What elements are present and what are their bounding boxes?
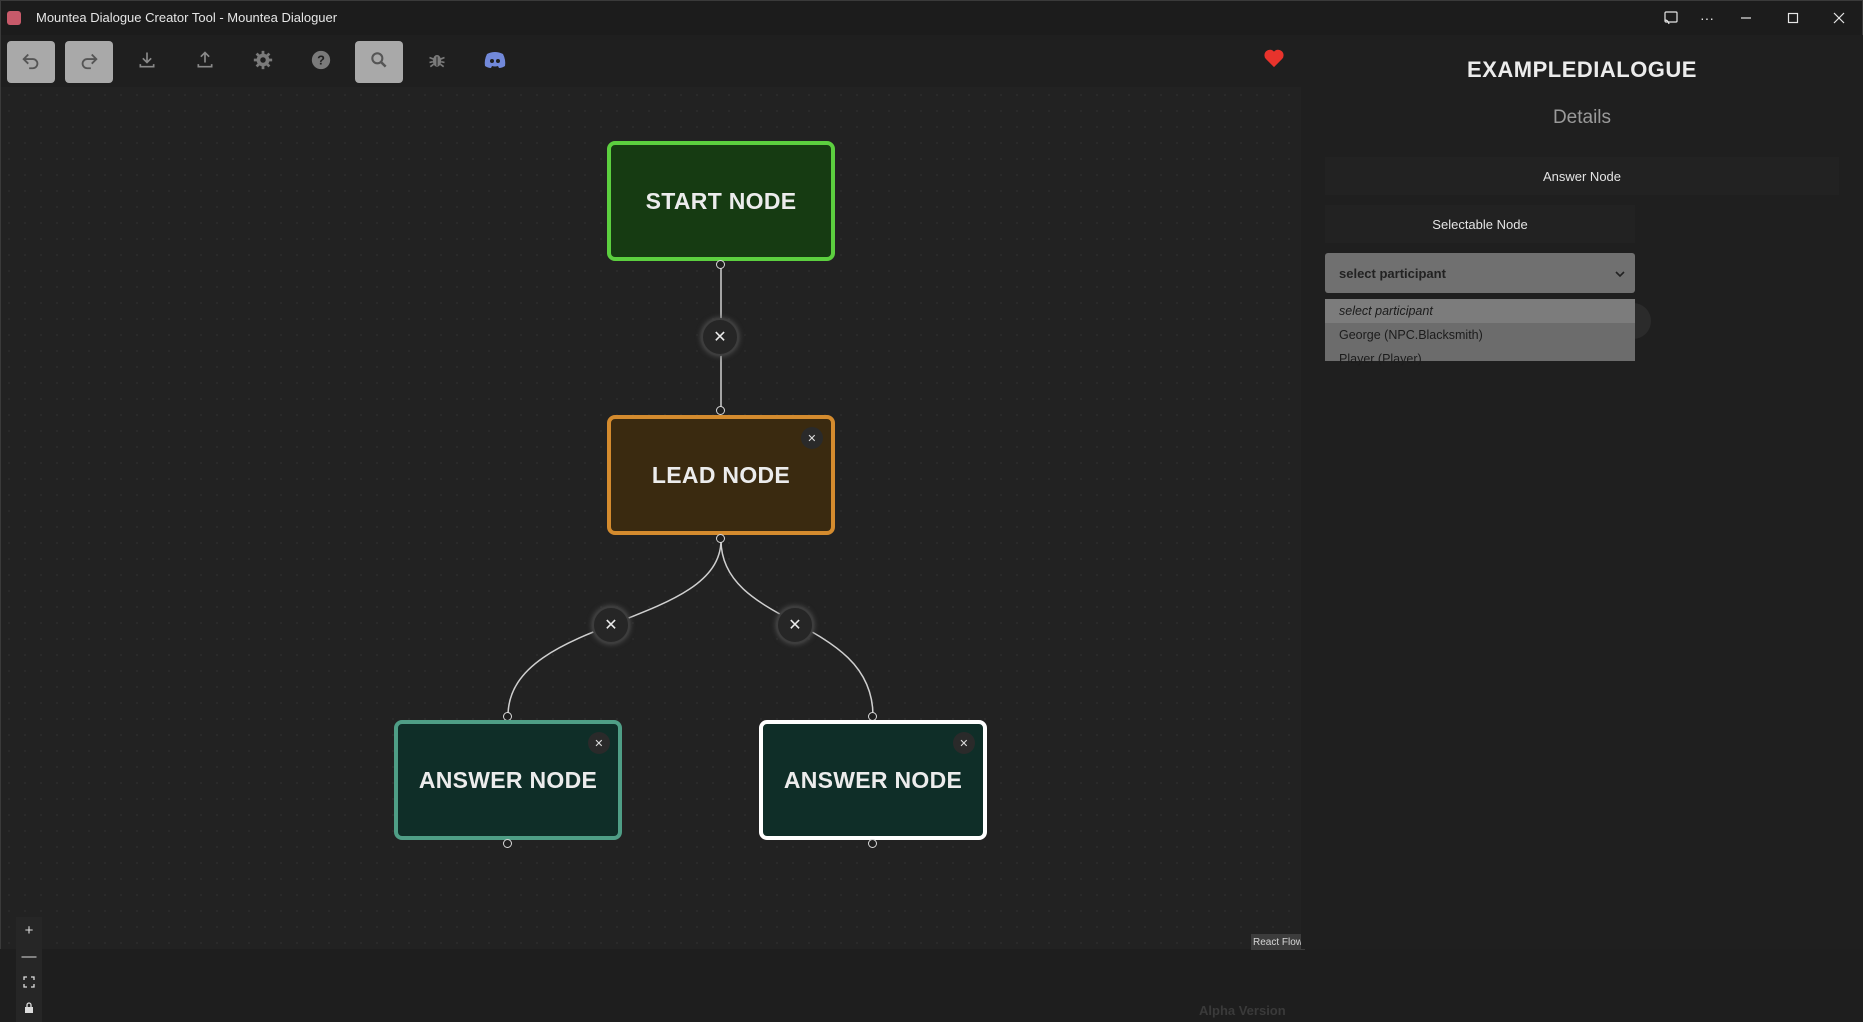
react-flow-attribution[interactable]: React Flow: [1251, 934, 1305, 950]
search-button[interactable]: [355, 41, 403, 83]
panel-subtitle: Details: [1552, 107, 1612, 128]
details-panel: EXAMPLEDIALOGUE Details Answer Node Sele…: [1301, 35, 1863, 949]
cast-icon[interactable]: [1651, 6, 1691, 30]
discord-icon: [483, 50, 507, 75]
undo-icon: [20, 49, 42, 76]
help-icon: ?: [310, 49, 332, 76]
lock-button[interactable]: [16, 995, 42, 1021]
zoom-out-button[interactable]: —: [16, 943, 42, 969]
participant-select-value: select participant: [1339, 265, 1446, 281]
lead-node[interactable]: LEAD NODE ✕: [607, 415, 835, 535]
alpha-version-label: Alpha Version: [1199, 1003, 1286, 1018]
close-icon: ✕: [604, 617, 618, 634]
delete-node-button[interactable]: ✕: [801, 427, 823, 449]
maximize-icon[interactable]: [1773, 6, 1813, 30]
participant-select[interactable]: select participant: [1325, 253, 1635, 293]
fit-view-button[interactable]: [16, 969, 42, 995]
close-icon: ✕: [788, 617, 802, 634]
answer-node-source-handle[interactable]: [868, 839, 877, 848]
start-node[interactable]: START NODE: [607, 141, 835, 261]
titlebar: Mountea Dialogue Creator Tool - Mountea …: [1, 1, 1862, 35]
undo-button[interactable]: [7, 41, 55, 83]
delete-edge-button[interactable]: ✕: [776, 606, 814, 644]
search-icon: [369, 50, 389, 75]
lead-node-label: LEAD NODE: [651, 461, 791, 488]
participant-dropdown: select participant George (NPC.Blacksmit…: [1325, 299, 1635, 366]
close-icon[interactable]: [1819, 6, 1859, 30]
zoom-in-button[interactable]: +: [16, 917, 42, 943]
help-button[interactable]: ?: [297, 41, 345, 83]
heart-icon[interactable]: [1263, 48, 1285, 73]
delete-node-button[interactable]: ✕: [953, 732, 975, 754]
download-button[interactable]: [123, 41, 171, 83]
upload-icon: [195, 50, 215, 75]
upload-button[interactable]: [181, 41, 229, 83]
node-type-label: Answer Node: [1325, 157, 1839, 195]
selectable-node-label: Selectable Node: [1325, 205, 1635, 243]
redo-button[interactable]: [65, 41, 113, 83]
zoom-controls: + —: [16, 917, 42, 1022]
flow-canvas[interactable]: START NODE ✕ LEAD NODE ✕ ✕ ✕ ANSWER NODE…: [1, 87, 1301, 1022]
participant-option[interactable]: George (NPC.Blacksmith): [1325, 323, 1635, 347]
delete-edge-button[interactable]: ✕: [701, 318, 739, 356]
answer-node-source-handle[interactable]: [503, 839, 512, 848]
delete-edge-button[interactable]: ✕: [592, 606, 630, 644]
toolbar: ?: [1, 35, 1301, 87]
settings-button[interactable]: [239, 41, 287, 83]
svg-text:?: ?: [317, 52, 325, 67]
participant-option[interactable]: Player (Player): [1325, 347, 1635, 371]
close-icon: ✕: [959, 737, 969, 750]
answer-node-left[interactable]: ANSWER NODE ✕: [394, 720, 622, 840]
close-icon: ✕: [594, 737, 604, 750]
app-icon: [7, 11, 21, 25]
more-icon[interactable]: ···: [1687, 6, 1727, 30]
debug-button[interactable]: [413, 41, 461, 83]
gear-icon: [252, 49, 274, 76]
answer-node-right[interactable]: ANSWER NODE ✕: [759, 720, 987, 840]
delete-node-button[interactable]: ✕: [588, 732, 610, 754]
answer-node-label: ANSWER NODE: [783, 766, 963, 793]
close-icon: ✕: [713, 329, 727, 346]
download-icon: [137, 50, 157, 75]
start-node-source-handle[interactable]: [716, 260, 725, 269]
participant-option[interactable]: select participant: [1325, 299, 1635, 323]
lead-node-target-handle[interactable]: [716, 406, 725, 415]
discord-button[interactable]: [471, 41, 519, 83]
start-node-label: START NODE: [645, 187, 797, 214]
redo-icon: [78, 49, 100, 76]
bug-icon: [427, 50, 447, 75]
app-window: Mountea Dialogue Creator Tool - Mountea …: [0, 0, 1863, 1022]
chevron-down-icon: [1615, 266, 1625, 281]
minimize-icon[interactable]: [1726, 6, 1766, 30]
answer-node-label: ANSWER NODE: [418, 766, 598, 793]
dialogue-title: EXAMPLEDIALOGUE: [1467, 57, 1697, 82]
close-icon: ✕: [807, 432, 817, 445]
lead-node-source-handle[interactable]: [716, 534, 725, 543]
window-title: Mountea Dialogue Creator Tool - Mountea …: [36, 10, 338, 25]
